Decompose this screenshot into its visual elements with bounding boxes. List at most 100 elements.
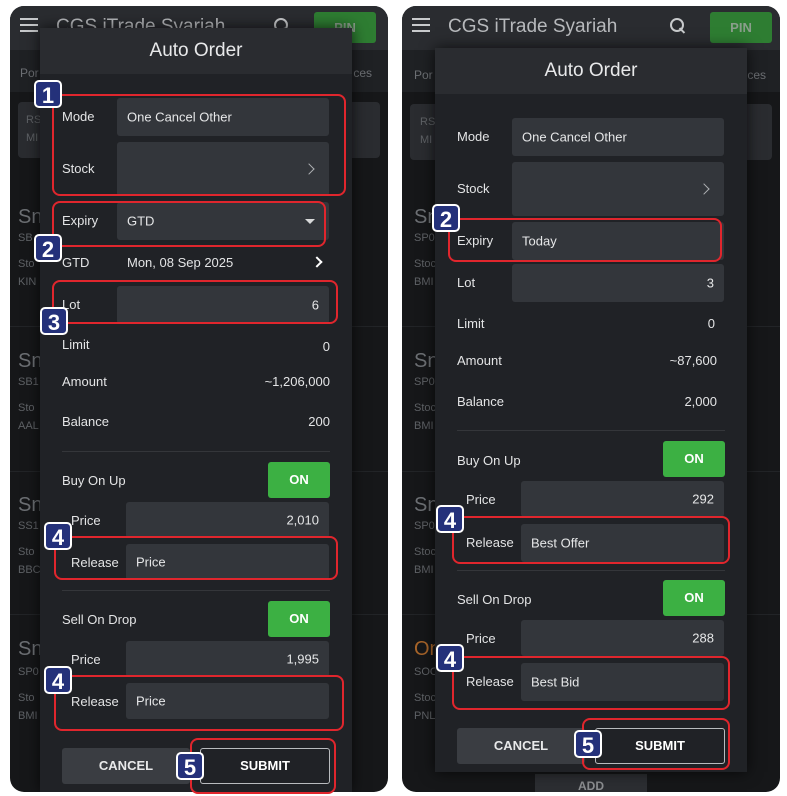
buy-price-label: Price: [466, 492, 496, 507]
mode-select[interactable]: One Cancel Other: [512, 118, 724, 156]
menu-icon[interactable]: [412, 18, 430, 32]
highlight-lot: [52, 280, 338, 324]
bg-order-title: Sn: [18, 494, 43, 516]
bg-text: RS: [26, 114, 42, 126]
gtd-value: Mon, 08 Sep 2025: [127, 255, 234, 270]
highlight-expiry: [448, 218, 722, 262]
bg-text: SB: [18, 232, 33, 244]
buy-price-label: Price: [71, 513, 101, 528]
bg-text: Stoc: [414, 258, 437, 270]
stock-label: Stock: [457, 181, 490, 196]
app-bar: CGS iTrade Syariah PIN: [402, 6, 780, 50]
sell-on-drop-label: Sell On Drop: [457, 592, 532, 607]
cancel-button[interactable]: CANCEL: [62, 748, 190, 784]
cancel-button[interactable]: CANCEL: [457, 728, 585, 764]
balance-value: 2,000: [684, 394, 717, 409]
bg-text: Sto: [18, 692, 35, 704]
bg-text: SP0: [414, 232, 435, 244]
bg-text: BMI: [18, 710, 38, 722]
bg-text: BMI: [414, 276, 434, 288]
bg-text: MI: [26, 132, 39, 144]
dialog-title: Auto Order: [40, 28, 352, 74]
highlight-mode-stock: [52, 94, 346, 196]
amount-label: Amount: [62, 374, 107, 389]
sell-price-input[interactable]: 1,995: [126, 641, 329, 677]
sell-on-drop-toggle[interactable]: ON: [268, 601, 330, 637]
buy-price-value: 2,010: [286, 512, 319, 528]
dialog-title: Auto Order: [435, 48, 747, 94]
buy-price-input[interactable]: 2,010: [126, 502, 329, 538]
stock-picker[interactable]: [512, 162, 724, 216]
bg-text: SP0: [414, 376, 435, 388]
sell-price-value: 1,995: [286, 651, 319, 667]
sell-on-drop-label: Sell On Drop: [62, 612, 137, 627]
balance-label: Balance: [457, 394, 504, 409]
bg-text: MI: [420, 134, 433, 146]
bg-text: Stoc: [414, 402, 437, 414]
gtd-label: GTD: [62, 255, 90, 270]
divider: [62, 590, 330, 591]
bg-text: KIN: [18, 276, 37, 288]
bg-text: Sto: [18, 546, 35, 558]
amount-value: ~87,600: [669, 353, 717, 368]
limit-value: 0: [322, 339, 330, 354]
tab-portfolio[interactable]: Por: [414, 68, 433, 82]
bg-text: Sto: [18, 258, 35, 270]
lot-value: 3: [706, 275, 714, 291]
sell-price-label: Price: [466, 631, 496, 646]
divider: [457, 570, 725, 571]
step-badge-5: 5: [574, 730, 602, 758]
step-badge-5: 5: [176, 752, 204, 780]
limit-label: Limit: [457, 316, 485, 331]
buy-on-up-toggle[interactable]: ON: [663, 441, 725, 477]
highlight-submit: [582, 718, 730, 770]
bg-text: AAL: [18, 420, 39, 432]
search-icon[interactable]: [670, 18, 686, 34]
bg-text: Stoc: [414, 546, 437, 558]
tab-prices[interactable]: ces: [353, 66, 372, 80]
highlight-sell-release: [452, 656, 730, 710]
amount-value: ~1,206,000: [264, 374, 330, 389]
sell-price-value: 288: [692, 630, 714, 646]
buy-price-value: 292: [692, 491, 714, 507]
step-badge-2: 2: [34, 234, 62, 262]
tab-portfolio[interactable]: Por: [20, 66, 39, 80]
sell-price-input[interactable]: 288: [521, 620, 724, 656]
bg-text: Sto: [18, 402, 35, 414]
bg-text: PNL: [414, 710, 436, 722]
buy-on-up-toggle[interactable]: ON: [268, 462, 330, 498]
tab-prices[interactable]: ces: [747, 68, 766, 82]
highlight-buy-release: [54, 536, 338, 580]
divider: [62, 451, 330, 452]
app-title: CGS iTrade Syariah: [448, 16, 618, 37]
add-button[interactable]: ADD: [535, 774, 647, 792]
mode-value: One Cancel Other: [522, 129, 627, 145]
amount-label: Amount: [457, 353, 502, 368]
step-badge-2: 2: [432, 204, 460, 232]
bg-text: SP0: [414, 520, 435, 532]
chevron-right-icon: [698, 183, 710, 195]
bg-text: BMI: [414, 564, 434, 576]
buy-price-input[interactable]: 292: [521, 481, 724, 517]
bg-order-title: Sn: [18, 638, 43, 660]
step-badge-4: 4: [436, 644, 464, 672]
step-badge-4: 4: [44, 522, 72, 550]
mode-label: Mode: [457, 129, 490, 144]
sell-on-drop-toggle[interactable]: ON: [663, 580, 725, 616]
sell-price-label: Price: [71, 652, 101, 667]
pin-button[interactable]: PIN: [710, 12, 772, 43]
lot-input[interactable]: 3: [512, 264, 724, 302]
highlight-buy-release: [452, 516, 730, 564]
step-badge-1: 1: [34, 80, 62, 108]
bg-text: Stoc: [414, 692, 437, 704]
bg-order-title: Sn: [18, 350, 43, 372]
chevron-right-icon: [311, 256, 323, 268]
bg-text: BBC: [18, 564, 41, 576]
bg-text: SP0: [18, 666, 39, 678]
highlight-sell-release: [54, 675, 344, 731]
gtd-date-picker[interactable]: Mon, 08 Sep 2025: [117, 246, 329, 278]
limit-value: 0: [707, 316, 715, 331]
menu-icon[interactable]: [20, 18, 38, 32]
lot-label: Lot: [457, 275, 476, 290]
bg-order-title: Sn: [18, 206, 43, 228]
